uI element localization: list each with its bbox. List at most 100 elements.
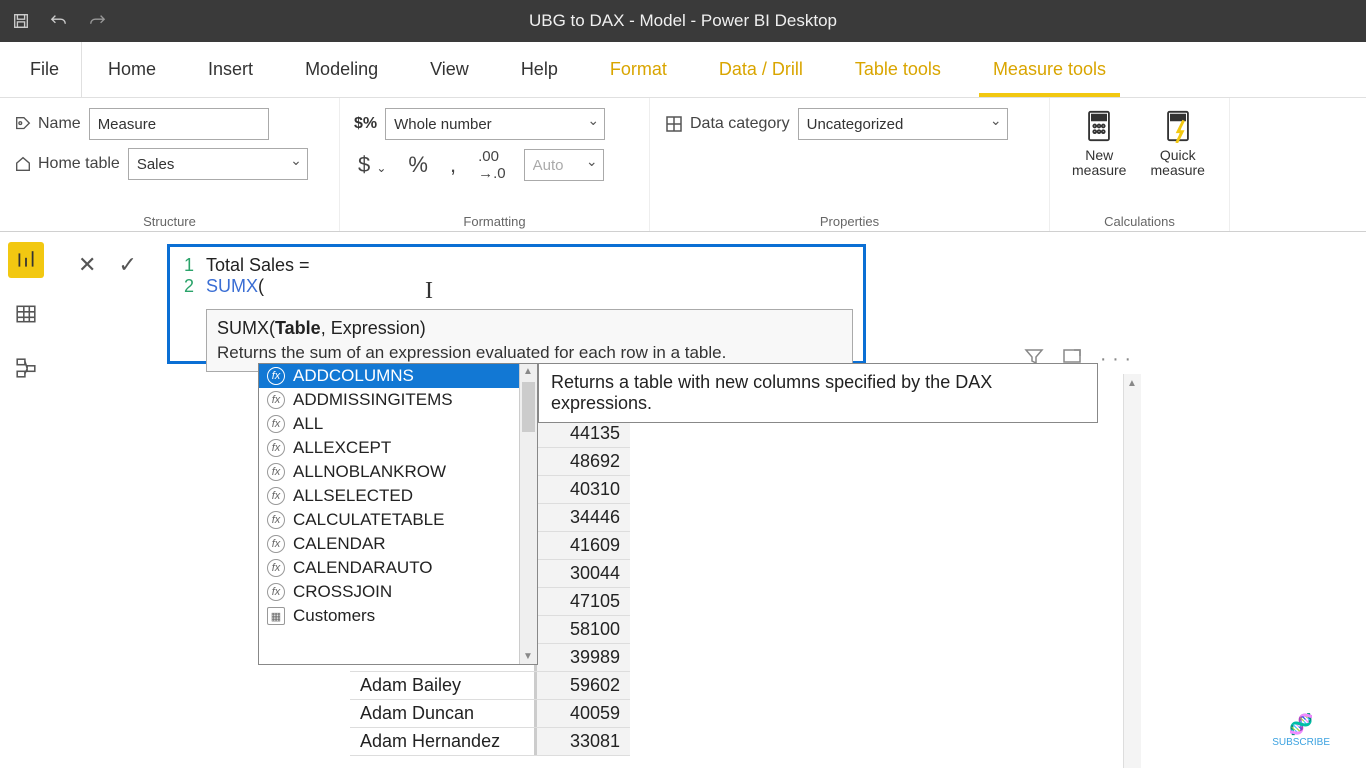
- intellisense-description: Returns a table with new columns specifi…: [538, 363, 1098, 423]
- intellisense-item[interactable]: fx ADDMISSINGITEMS: [259, 388, 519, 412]
- window-title: UBG to DAX - Model - Power BI Desktop: [483, 11, 883, 31]
- formula-bar-actions: ✕ ✓: [72, 252, 143, 278]
- menu-home[interactable]: Home: [82, 42, 182, 97]
- title-bar: UBG to DAX - Model - Power BI Desktop: [0, 0, 1366, 42]
- cell-name: Adam Hernandez: [350, 728, 534, 755]
- intellisense-item[interactable]: fx ADDCOLUMNS: [259, 364, 519, 388]
- function-icon: fx: [267, 463, 285, 481]
- intellisense-item[interactable]: fx CALCULATETABLE: [259, 508, 519, 532]
- intellisense-item[interactable]: fx ALLNOBLANKROW: [259, 460, 519, 484]
- cell-value: 41609: [534, 532, 630, 559]
- quick-calculator-icon: [1160, 108, 1196, 144]
- undo-icon[interactable]: [50, 12, 68, 30]
- intellisense-item-label: CALENDARAUTO: [293, 558, 433, 578]
- intellisense-item-label: ADDCOLUMNS: [293, 366, 414, 386]
- cell-value: 40310: [534, 476, 630, 503]
- redo-icon[interactable]: [88, 12, 106, 30]
- quick-measure-button[interactable]: Quick measure: [1140, 108, 1215, 179]
- function-icon: fx: [267, 511, 285, 529]
- cell-value: 40059: [534, 700, 630, 727]
- ribbon-group-label: Calculations: [1050, 214, 1229, 229]
- comma-icon[interactable]: ,: [446, 152, 460, 178]
- dna-icon: 🧬: [1272, 712, 1330, 737]
- cell-value: 59602: [534, 672, 630, 699]
- ribbon: Name Home table Sales Structure $% Whole…: [0, 98, 1366, 232]
- menu-measure-tools[interactable]: Measure tools: [967, 42, 1132, 97]
- function-icon: fx: [267, 391, 285, 409]
- function-icon: fx: [267, 415, 285, 433]
- cell-value: 33081: [534, 728, 630, 755]
- intellisense-item[interactable]: fx ALLEXCEPT: [259, 436, 519, 460]
- intellisense-item[interactable]: fx CALENDARAUTO: [259, 556, 519, 580]
- menu-help[interactable]: Help: [495, 42, 584, 97]
- intellisense-item-label: ALLNOBLANKROW: [293, 462, 446, 482]
- intellisense-item[interactable]: fx ALL: [259, 412, 519, 436]
- report-view-button[interactable]: [8, 242, 44, 278]
- intellisense-item[interactable]: fxCROSSJOIN: [259, 580, 519, 604]
- commit-formula-button[interactable]: ✓: [112, 252, 142, 278]
- text-cursor-icon: I: [425, 278, 427, 304]
- formula-line-1: Total Sales =: [206, 255, 310, 276]
- cell-value: 47105: [534, 588, 630, 615]
- menu-table-tools[interactable]: Table tools: [829, 42, 967, 97]
- intellisense-item[interactable]: fxALLSELECTED: [259, 484, 519, 508]
- intellisense-item-label: Customers: [293, 606, 375, 626]
- measure-name-input[interactable]: [89, 108, 269, 140]
- menu-format[interactable]: Format: [584, 42, 693, 97]
- ribbon-group-label: Properties: [650, 214, 1049, 229]
- percent-icon[interactable]: %: [404, 152, 432, 178]
- format-type-select[interactable]: Whole number: [385, 108, 605, 140]
- function-icon: fx: [267, 583, 285, 601]
- cell-value: 39989: [534, 644, 630, 671]
- data-category-select[interactable]: Uncategorized: [798, 108, 1008, 140]
- ribbon-group-label: Structure: [0, 214, 339, 229]
- currency-icon[interactable]: $ ⌄: [354, 152, 390, 178]
- intellisense-item-label: ADDMISSINGITEMS: [293, 390, 453, 410]
- table-icon: ▦: [267, 607, 285, 625]
- model-view-button[interactable]: [8, 350, 44, 386]
- intellisense-item[interactable]: fxCALENDAR: [259, 532, 519, 556]
- ribbon-group-label: Formatting: [340, 214, 649, 229]
- intellisense-item-label: ALL: [293, 414, 323, 434]
- intellisense-item[interactable]: ▦ Customers: [259, 604, 519, 628]
- data-view-button[interactable]: [8, 296, 44, 332]
- function-icon: fx: [267, 439, 285, 457]
- menu-data-drill[interactable]: Data / Drill: [693, 42, 829, 97]
- intellisense-item-label: CALCULATETABLE: [293, 510, 444, 530]
- function-icon: fx: [267, 367, 285, 385]
- menu-insert[interactable]: Insert: [182, 42, 279, 97]
- formula-editor[interactable]: 1Total Sales = 2SUMX( SUMX(Table, Expres…: [167, 244, 866, 364]
- home-table-label: Home table: [14, 155, 120, 173]
- intellisense-item-label: ALLEXCEPT: [293, 438, 391, 458]
- calculator-icon: [1081, 108, 1117, 144]
- menu-modeling[interactable]: Modeling: [279, 42, 404, 97]
- decimal-icon[interactable]: .00→.0: [474, 148, 510, 182]
- view-rail: [0, 232, 52, 386]
- subscribe-badge[interactable]: 🧬 SUBSCRIBE: [1272, 712, 1330, 748]
- cell-value: 30044: [534, 560, 630, 587]
- function-icon: fx: [267, 487, 285, 505]
- decimal-places-input[interactable]: [524, 149, 604, 181]
- table-row[interactable]: Adam Duncan40059: [350, 700, 630, 728]
- cancel-formula-button[interactable]: ✕: [72, 252, 102, 278]
- table-row[interactable]: Adam Bailey59602: [350, 672, 630, 700]
- format-type-icon: $%: [354, 115, 377, 133]
- ribbon-group-calculations: New measure Quick measure Calculations: [1050, 98, 1230, 231]
- name-label: Name: [14, 115, 81, 133]
- data-category-label: Data category: [664, 114, 790, 134]
- new-measure-button[interactable]: New measure: [1064, 108, 1134, 179]
- home-table-select[interactable]: Sales: [128, 148, 308, 180]
- formula-function: SUMX: [206, 276, 258, 296]
- cell-value: 48692: [534, 448, 630, 475]
- ribbon-group-properties: Data category Uncategorized Properties: [650, 98, 1050, 231]
- function-icon: fx: [267, 559, 285, 577]
- intellisense-list[interactable]: fx ADDCOLUMNS fx ADDMISSINGITEMS fx ALL fx ALLE…: [259, 364, 519, 664]
- menu-file[interactable]: File: [8, 42, 82, 97]
- visual-scrollbar[interactable]: [1123, 374, 1141, 768]
- menu-view[interactable]: View: [404, 42, 495, 97]
- save-icon[interactable]: [12, 12, 30, 30]
- more-options-icon[interactable]: · · ·: [1100, 348, 1131, 371]
- intellisense-scrollbar[interactable]: [519, 364, 537, 664]
- table-row[interactable]: Adam Hernandez33081: [350, 728, 630, 756]
- cell-value: 44135: [534, 420, 630, 447]
